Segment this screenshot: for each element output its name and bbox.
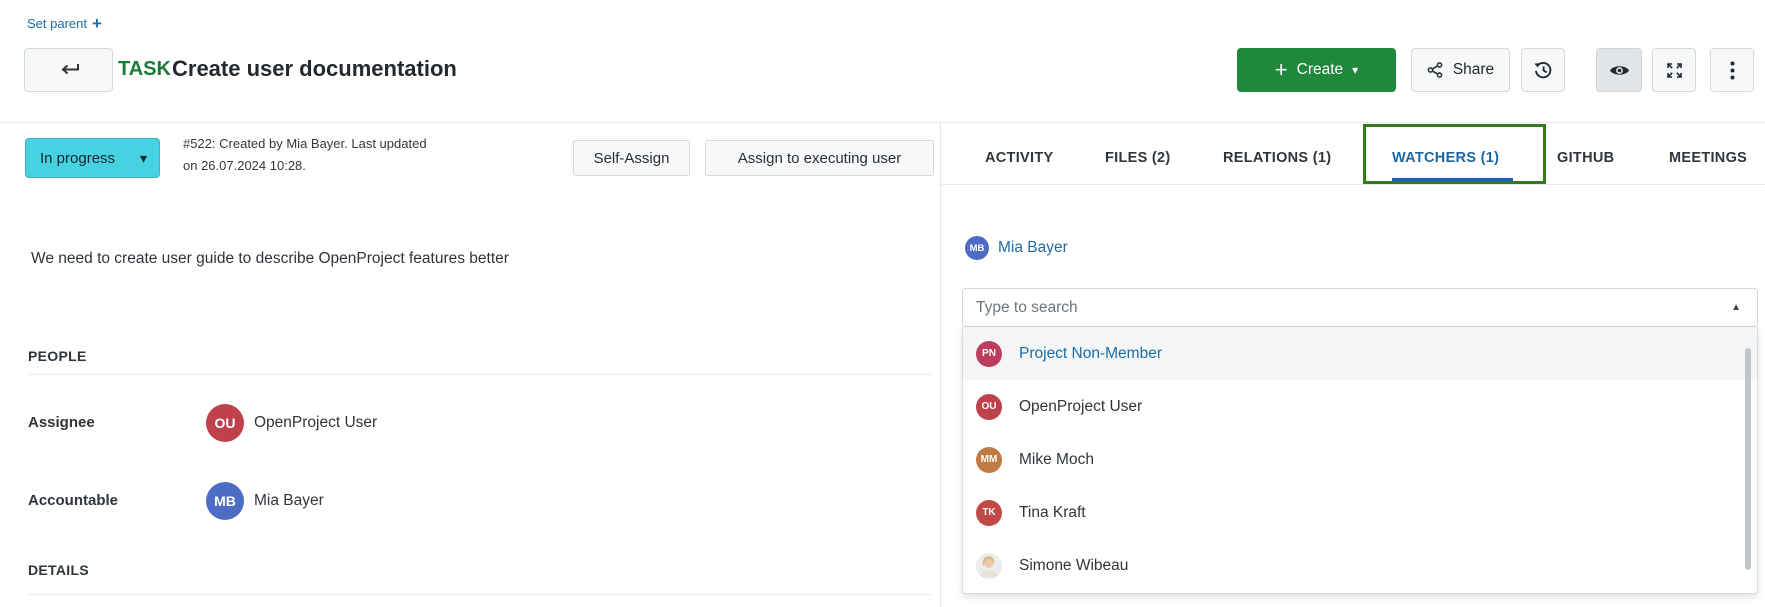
kebab-menu-icon	[1730, 61, 1735, 80]
back-button[interactable]	[24, 48, 113, 92]
avatar: PN	[976, 341, 1002, 367]
share-button[interactable]: Share	[1411, 48, 1510, 92]
suggestion-name: Tina Kraft	[1019, 504, 1086, 522]
watcher-suggestion[interactable]: OU OpenProject User	[963, 380, 1757, 433]
suggestion-name: Mike Moch	[1019, 451, 1094, 469]
self-assign-button[interactable]: Self-Assign	[573, 140, 690, 176]
watcher-suggestion[interactable]: PN Project Non-Member	[963, 327, 1757, 380]
share-button-label: Share	[1453, 61, 1494, 79]
history-icon	[1533, 61, 1553, 80]
suggestion-name: OpenProject User	[1019, 398, 1142, 416]
watcher-suggestion[interactable]: TK Tina Kraft	[963, 486, 1757, 539]
back-arrow-icon	[58, 63, 80, 77]
work-package-page: Set parent + TASK Create user documentat…	[0, 0, 1765, 607]
tab-relations[interactable]: RELATIONS (1)	[1223, 150, 1331, 166]
tab-files[interactable]: FILES (2)	[1105, 150, 1171, 166]
header-divider	[0, 122, 1765, 123]
page-title[interactable]: Create user documentation	[172, 56, 457, 82]
avatar: MM	[976, 447, 1002, 473]
suggestion-name: Simone Wibeau	[1019, 557, 1128, 575]
watcher-suggestions-dropdown: PN Project Non-Member OU OpenProject Use…	[962, 327, 1758, 594]
fullscreen-button[interactable]	[1652, 48, 1696, 92]
assign-to-executing-user-label: Assign to executing user	[738, 150, 901, 167]
watcher-search-box: ▲	[962, 288, 1758, 327]
assign-to-executing-user-button[interactable]: Assign to executing user	[705, 140, 934, 176]
watcher-search-input[interactable]	[963, 289, 1757, 326]
create-button[interactable]: + Create ▾	[1237, 48, 1396, 92]
avatar: MB	[965, 236, 989, 260]
plus-icon: +	[1275, 60, 1288, 80]
work-package-meta: #522: Created by Mia Bayer. Last updated…	[183, 133, 427, 177]
avatar: OU	[976, 394, 1002, 420]
watchers-tab-highlight-box	[1363, 124, 1546, 184]
accountable-label: Accountable	[28, 492, 118, 509]
dropdown-scrollbar[interactable]	[1745, 348, 1751, 570]
assignee-name: OpenProject User	[254, 414, 377, 432]
user-photo-avatar	[976, 553, 1002, 579]
meta-line-1: #522: Created by Mia Bayer. Last updated	[183, 133, 427, 155]
tab-github[interactable]: GITHUB	[1557, 150, 1614, 166]
details-section-divider	[28, 594, 931, 595]
watch-button[interactable]	[1596, 48, 1642, 92]
self-assign-label: Self-Assign	[594, 150, 670, 167]
accountable-value[interactable]: MB Mia Bayer	[206, 482, 324, 520]
expand-icon	[1666, 62, 1683, 79]
eye-icon	[1609, 63, 1630, 78]
watcher-suggestion[interactable]: Simone Wibeau	[963, 539, 1757, 592]
chevron-up-icon[interactable]: ▲	[1731, 303, 1741, 313]
panel-divider	[940, 123, 941, 607]
plus-icon: +	[92, 17, 102, 30]
avatar: MB	[206, 482, 244, 520]
suggestion-name: Project Non-Member	[1019, 345, 1162, 363]
watcher-name-link[interactable]: Mia Bayer	[998, 239, 1068, 257]
activity-history-button[interactable]	[1521, 48, 1565, 92]
details-section-heading: DETAILS	[28, 562, 89, 578]
share-icon	[1427, 62, 1444, 78]
work-package-type: TASK	[118, 58, 171, 81]
watcher-suggestion[interactable]: MM Mike Moch	[963, 433, 1757, 486]
chevron-down-icon: ▾	[140, 151, 147, 165]
tab-activity[interactable]: ACTIVITY	[985, 150, 1053, 166]
avatar: OU	[206, 404, 244, 442]
set-parent-link[interactable]: Set parent +	[27, 16, 102, 31]
description-text[interactable]: We need to create user guide to describe…	[31, 250, 509, 268]
status-dropdown[interactable]: In progress ▾	[25, 138, 160, 178]
tabs-divider	[940, 184, 1765, 185]
watcher-list-item[interactable]: MB Mia Bayer	[965, 236, 1068, 260]
people-section-divider	[28, 374, 931, 375]
tab-meetings[interactable]: MEETINGS	[1669, 150, 1747, 166]
assignee-label: Assignee	[28, 414, 95, 431]
people-section-heading: PEOPLE	[28, 348, 87, 364]
assignee-value[interactable]: OU OpenProject User	[206, 404, 377, 442]
set-parent-label: Set parent	[27, 16, 87, 31]
more-actions-button[interactable]	[1710, 48, 1754, 92]
accountable-name: Mia Bayer	[254, 492, 324, 510]
create-button-label: Create	[1297, 61, 1344, 79]
status-label: In progress	[40, 150, 115, 167]
meta-line-2: on 26.07.2024 10:28.	[183, 155, 427, 177]
chevron-down-icon: ▾	[1352, 64, 1358, 76]
avatar: TK	[976, 500, 1002, 526]
